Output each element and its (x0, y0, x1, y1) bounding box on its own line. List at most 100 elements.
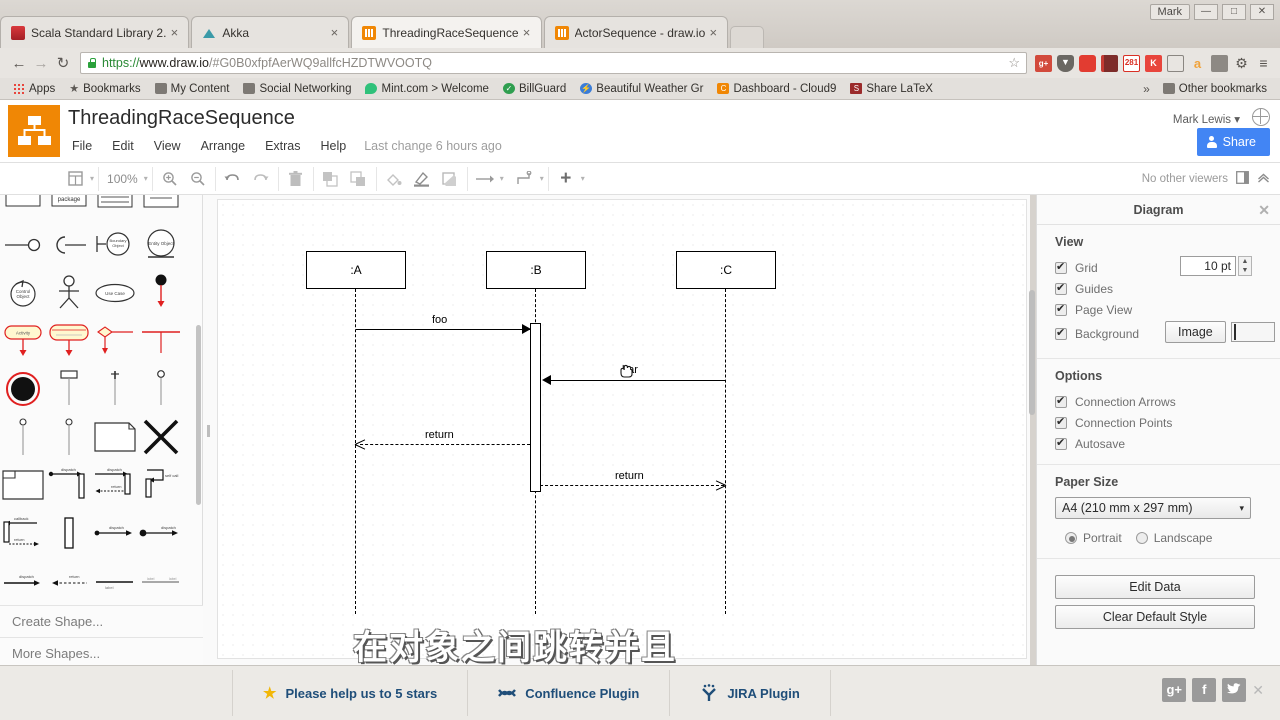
tab-close-icon[interactable]: × (326, 25, 342, 41)
shape-object-lifeline[interactable] (1, 195, 45, 219)
amazon-extension-icon[interactable]: a (1189, 55, 1206, 72)
redo-icon[interactable] (248, 167, 274, 191)
line-color-icon[interactable] (409, 167, 435, 191)
bookmark-bookmarks[interactable]: ★ Bookmarks (62, 82, 147, 96)
zoom-in-icon[interactable] (157, 167, 183, 191)
chevron-down-icon[interactable]: ▾ (500, 174, 504, 183)
shape-palette[interactable]: package Boundary Object Entity Object Con… (0, 195, 203, 665)
shape-class-list[interactable] (93, 195, 137, 219)
shape-boundary-object[interactable]: Boundary Object (93, 223, 137, 267)
background-image-button[interactable]: Image (1165, 321, 1226, 343)
grid-size-stepper[interactable]: ▲ ▼ (1238, 256, 1252, 276)
browser-tab-scala[interactable]: Scala Standard Library 2. × (0, 16, 190, 48)
shape-dispatch-arrow[interactable]: dispatch (93, 511, 137, 555)
shield-extension-icon[interactable]: ▼ (1057, 54, 1074, 72)
shape-lifeline-simple[interactable] (47, 367, 91, 411)
edit-data-button[interactable]: Edit Data (1055, 575, 1255, 599)
chevron-down-icon[interactable]: ▾ (581, 174, 585, 183)
cast-extension-icon[interactable] (1167, 54, 1184, 72)
bookmarks-overflow-icon[interactable]: » (1137, 82, 1156, 96)
shape-dispatch-activation[interactable]: dispatch (47, 463, 91, 507)
edge-arrow-icon[interactable] (472, 167, 498, 191)
fill-color-icon[interactable] (381, 167, 407, 191)
guides-option-row[interactable]: Guides (1055, 278, 1280, 299)
shape-frame[interactable] (1, 463, 45, 507)
shape-activity-start[interactable] (139, 271, 183, 315)
bookmark-other-bookmarks[interactable]: Other bookmarks (1156, 83, 1274, 95)
background-option-row[interactable]: Background Image (1055, 320, 1280, 348)
zoom-out-icon[interactable] (185, 167, 211, 191)
shape-control-object[interactable]: Control Object (1, 271, 45, 315)
account-menu[interactable]: Mark Lewis ▾ (1173, 112, 1240, 126)
tab-close-icon[interactable]: × (166, 25, 182, 41)
reload-icon[interactable]: ↻ (52, 52, 74, 74)
shape-destroy-x[interactable] (139, 415, 183, 459)
shape-actor[interactable] (47, 271, 91, 315)
clear-default-style-button[interactable]: Clear Default Style (1055, 605, 1255, 629)
menu-file[interactable]: File (62, 137, 102, 155)
bookmark-apps[interactable]: Apps (6, 83, 62, 95)
chrome-menu-icon[interactable]: ≡ (1255, 55, 1272, 72)
twitter-share-button[interactable] (1222, 678, 1247, 702)
language-globe-icon[interactable] (1252, 108, 1270, 126)
shape-lifeline-circle-2[interactable] (1, 415, 45, 459)
grid-checkbox[interactable] (1055, 260, 1067, 274)
menu-edit[interactable]: Edit (102, 137, 144, 155)
minimize-button[interactable]: — (1194, 4, 1218, 20)
page-view-option-row[interactable]: Page View (1055, 299, 1280, 320)
shape-lifeline-circle-3[interactable] (47, 415, 91, 459)
lifeline-head-c[interactable]: :C (676, 251, 776, 289)
shape-class-titled[interactable] (139, 195, 183, 219)
bookmark-weather[interactable]: ⚡ Beautiful Weather Gr (573, 83, 710, 95)
menu-help[interactable]: Help (311, 137, 357, 155)
autosave-checkbox[interactable] (1055, 436, 1067, 450)
footer-close-icon[interactable]: ✕ (1252, 682, 1264, 699)
background-color-swatch[interactable] (1231, 322, 1275, 342)
bookmark-my-content[interactable]: My Content (148, 83, 237, 95)
facebook-share-button[interactable]: f (1192, 678, 1217, 702)
chevron-down-icon[interactable]: ▾ (144, 174, 148, 183)
delete-icon[interactable] (283, 167, 309, 191)
bookmark-sharelatex[interactable]: S Share LaTeX (843, 83, 940, 95)
settings-gear-icon[interactable]: ⚙ (1233, 55, 1250, 72)
menu-view[interactable]: View (144, 137, 191, 155)
lifeline-head-a[interactable]: :A (306, 251, 406, 289)
shape-edge-labeled[interactable]: label label (139, 559, 183, 603)
background-checkbox[interactable] (1055, 326, 1067, 340)
autosave-row[interactable]: Autosave (1055, 433, 1280, 454)
profile-name-button[interactable]: Mark (1149, 4, 1190, 20)
message-line-return-c[interactable] (540, 485, 724, 486)
shape-callback[interactable]: callback return (1, 511, 45, 555)
shape-dispatch-return[interactable]: dispatch return (93, 463, 137, 507)
browser-tab-actorsequence[interactable]: ActorSequence - draw.io × (543, 16, 729, 48)
menu-arrange[interactable]: Arrange (191, 137, 255, 155)
shape-use-case[interactable]: Use Case (93, 271, 137, 315)
browser-tab-akka[interactable]: Akka × (191, 16, 350, 48)
view-layers-icon[interactable] (62, 167, 88, 191)
browser-tab-threadingracesequence[interactable]: ThreadingRaceSequence × (351, 16, 542, 48)
format-panel-icon[interactable] (1236, 170, 1249, 187)
grid-option-row[interactable]: Grid 10 pt ▲▼ (1055, 256, 1280, 278)
shape-activity-end[interactable] (1, 367, 45, 411)
footer-jira-plugin-link[interactable]: JIRA Plugin (670, 670, 831, 716)
diagram-canvas[interactable]: :A :B :C foo bar (203, 195, 1030, 665)
shadow-icon[interactable] (437, 167, 463, 191)
bookmark-cloud9[interactable]: C Dashboard - Cloud9 (710, 83, 843, 95)
connection-points-row[interactable]: Connection Points (1055, 412, 1280, 433)
zoom-level[interactable]: 100% (103, 172, 142, 186)
footer-confluence-plugin-link[interactable]: Confluence Plugin (468, 670, 671, 716)
bookmark-star-icon[interactable]: ☆ (1008, 55, 1020, 71)
google-plus-share-button[interactable]: g+ (1162, 678, 1187, 702)
shape-edge-dispatch[interactable]: dispatch (1, 559, 45, 603)
share-button[interactable]: Share (1196, 128, 1270, 156)
book-extension-icon[interactable] (1101, 54, 1118, 72)
shape-entity-object[interactable]: Entity Object (139, 223, 183, 267)
canvas-splitter-handle[interactable] (207, 425, 210, 437)
bookmark-mint[interactable]: Mint.com > Welcome (358, 83, 495, 95)
shape-lifeline-dagger[interactable] (93, 367, 137, 411)
shape-dispatch-filled-arrow[interactable]: dispatch (139, 511, 183, 555)
connection-arrows-checkbox[interactable] (1055, 394, 1067, 408)
maximize-button[interactable]: □ (1222, 4, 1246, 20)
shape-edge-plain[interactable]: label (93, 559, 137, 603)
shape-note[interactable] (93, 415, 137, 459)
